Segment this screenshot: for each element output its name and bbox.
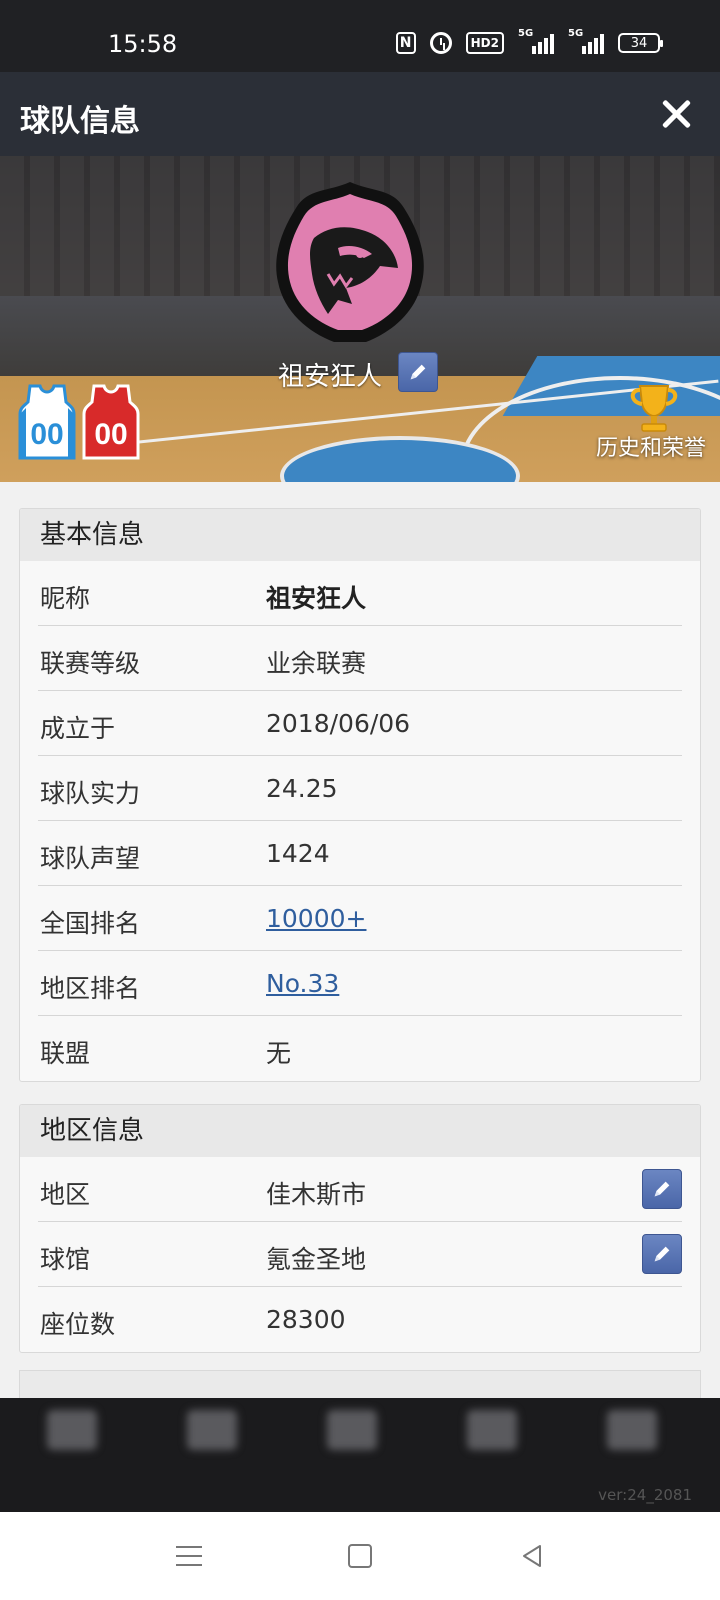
bottom-nav: ver:24_2081	[0, 1398, 720, 1512]
seats-value: 28300	[266, 1305, 346, 1334]
system-nav-bar	[0, 1512, 720, 1600]
svg-text:00: 00	[94, 418, 127, 451]
home-icon[interactable]	[348, 1544, 372, 1568]
pencil-icon	[654, 1246, 670, 1262]
status-icons: N HD2 5G 5G 34	[395, 28, 663, 54]
region-value: 佳木斯市	[266, 1180, 367, 1209]
info-row-alliance: 联盟 无	[38, 1016, 682, 1081]
edit-team-name-button[interactable]	[398, 352, 438, 392]
next-card-partial	[19, 1370, 701, 1400]
row-label: 全国排名	[40, 909, 141, 938]
row-label: 成立于	[40, 714, 116, 743]
row-label: 座位数	[40, 1310, 116, 1339]
basic-info-heading: 基本信息	[20, 509, 700, 561]
alliance-value: 无	[266, 1039, 292, 1068]
row-label: 球馆	[40, 1245, 91, 1274]
pencil-icon	[410, 364, 426, 380]
hd-voice-icon: HD2	[465, 32, 504, 54]
battery-icon: 34	[618, 33, 663, 53]
national-rank-link[interactable]: 10000+	[266, 904, 366, 933]
nav-item[interactable]	[172, 1406, 252, 1496]
info-row-region: 地区 佳木斯市	[38, 1157, 682, 1222]
row-label: 地区排名	[40, 974, 141, 1003]
region-info-card: 地区信息 地区 佳木斯市 球馆 氪金圣地 座位数 28300	[19, 1104, 701, 1353]
signal-icon: 5G	[568, 28, 604, 54]
info-row-founded: 成立于 2018/06/06	[38, 691, 682, 756]
row-label: 联盟	[40, 1039, 91, 1068]
edit-region-button[interactable]	[642, 1169, 682, 1209]
nav-item[interactable]	[32, 1406, 112, 1496]
info-row-league-level: 联赛等级 业余联赛	[38, 626, 682, 691]
status-bar: 15:58 N HD2 5G 5G 34	[0, 0, 720, 72]
trophy-icon[interactable]	[626, 384, 682, 432]
team-info-screen: 15:58 N HD2 5G 5G 34 球队信息 祖安狂人 00 00 历史和…	[0, 0, 720, 1600]
close-icon[interactable]	[654, 92, 698, 136]
title-bar: 球队信息	[0, 72, 720, 156]
history-honors-link[interactable]: 历史和荣誉	[596, 430, 706, 462]
nickname-value: 祖安狂人	[266, 584, 367, 613]
back-icon[interactable]	[518, 1542, 546, 1570]
arena-value: 氪金圣地	[266, 1245, 367, 1274]
info-row-regional-rank: 地区排名 No.33	[38, 951, 682, 1016]
team-logo[interactable]	[268, 178, 432, 348]
team-banner: 祖安狂人 00 00 历史和荣誉	[0, 156, 720, 482]
nav-item[interactable]	[312, 1406, 392, 1496]
info-row-reputation: 球队声望 1424	[38, 821, 682, 886]
info-row-arena: 球馆 氪金圣地	[38, 1222, 682, 1287]
row-label: 地区	[40, 1180, 91, 1209]
info-row-national-rank: 全国排名 10000+	[38, 886, 682, 951]
nav-item[interactable]	[592, 1406, 672, 1496]
status-time: 15:58	[108, 30, 178, 58]
row-label: 昵称	[40, 584, 91, 613]
version-label: ver:24_2081	[598, 1486, 692, 1504]
league-level-value: 业余联赛	[266, 649, 367, 678]
info-row-strength: 球队实力 24.25	[38, 756, 682, 821]
pencil-icon	[654, 1181, 670, 1197]
nfc-icon: N	[395, 32, 416, 54]
reputation-value: 1424	[266, 839, 330, 868]
page-title: 球队信息	[20, 104, 140, 139]
row-label: 联赛等级	[40, 649, 141, 678]
svg-text:00: 00	[30, 418, 63, 451]
home-jersey-icon[interactable]: 00	[18, 384, 76, 460]
info-row-seats: 座位数 28300	[38, 1287, 682, 1352]
row-label: 球队声望	[40, 844, 141, 873]
strength-value: 24.25	[266, 774, 338, 803]
info-row-nickname: 昵称 祖安狂人	[38, 561, 682, 626]
alarm-icon	[429, 32, 452, 54]
team-name: 祖安狂人	[278, 362, 383, 392]
regional-rank-link[interactable]: No.33	[266, 969, 339, 998]
edit-arena-button[interactable]	[642, 1234, 682, 1274]
nav-item[interactable]	[452, 1406, 532, 1496]
signal-icon: 5G	[518, 28, 554, 54]
region-info-heading: 地区信息	[20, 1105, 700, 1157]
away-jersey-icon[interactable]: 00	[82, 384, 140, 460]
founded-value: 2018/06/06	[266, 709, 411, 738]
menu-icon[interactable]	[176, 1546, 202, 1566]
basic-info-card: 基本信息 昵称 祖安狂人 联赛等级 业余联赛 成立于 2018/06/06 球队…	[19, 508, 701, 1082]
row-label: 球队实力	[40, 779, 141, 808]
